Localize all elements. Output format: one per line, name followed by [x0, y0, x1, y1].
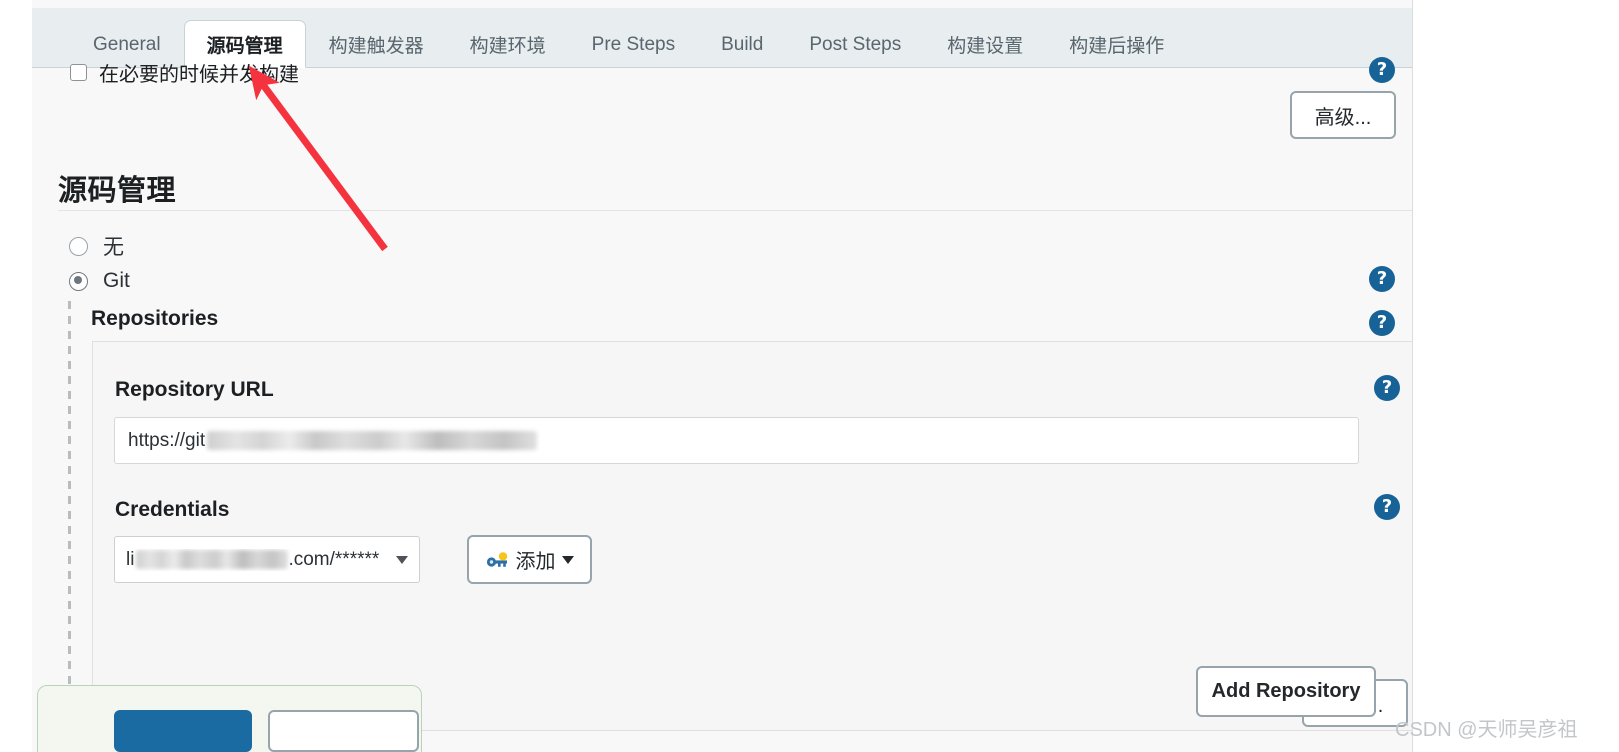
- tab-label: Pre Steps: [591, 33, 676, 55]
- title-divider: [58, 210, 1412, 211]
- nesting-guide-line: [68, 301, 71, 721]
- tab-post-build-actions[interactable]: 构建后操作: [1046, 20, 1187, 68]
- help-icon-concurrent-build[interactable]: ?: [1369, 57, 1395, 83]
- concurrent-build-checkbox[interactable]: [70, 63, 87, 81]
- screenshot-root: General 源码管理 构建触发器 构建环境 Pre Steps Build …: [0, 0, 1619, 752]
- tab-label: General: [93, 33, 161, 55]
- help-icon-repositories[interactable]: ?: [1369, 310, 1395, 336]
- credentials-label: Credentials: [115, 498, 230, 521]
- help-icon-repository-url[interactable]: ?: [1374, 375, 1400, 401]
- tab-build[interactable]: Build: [698, 20, 786, 68]
- tab-label: 构建后操作: [1069, 36, 1165, 57]
- add-repository-button[interactable]: Add Repository: [1196, 666, 1376, 717]
- tab-label: Post Steps: [809, 33, 902, 55]
- help-icon-credentials[interactable]: ?: [1374, 494, 1400, 520]
- radio-none[interactable]: [69, 236, 88, 256]
- scm-option-none[interactable]: 无: [69, 231, 124, 261]
- tab-post-steps[interactable]: Post Steps: [786, 20, 924, 68]
- redacted-url-block: [207, 431, 538, 450]
- credentials-value-suffix: .com/******: [288, 548, 380, 570]
- add-credentials-button[interactable]: 添加: [467, 535, 592, 584]
- scm-option-git[interactable]: Git: [69, 269, 130, 293]
- redacted-credentials-block: [136, 549, 289, 569]
- config-content: 在必要的时候并发构建 ? 高级... 源码管理 无 Git ? ? Reposi…: [32, 57, 1412, 752]
- repositories-label: Repositories: [91, 307, 219, 330]
- scm-option-label: 无: [103, 236, 124, 259]
- repository-url-value: https://git: [128, 429, 206, 451]
- concurrent-build-row[interactable]: 在必要的时候并发构建: [70, 59, 299, 85]
- apply-button[interactable]: [268, 710, 419, 752]
- repository-url-input[interactable]: https://git: [114, 417, 1359, 464]
- concurrent-build-label: 在必要的时候并发构建: [99, 63, 299, 86]
- tab-label: 构建设置: [947, 36, 1024, 57]
- tab-build-environment[interactable]: 构建环境: [447, 20, 569, 68]
- page-title: 源码管理: [58, 175, 177, 207]
- help-icon-git[interactable]: ?: [1369, 266, 1395, 292]
- tab-build-triggers[interactable]: 构建触发器: [306, 20, 447, 68]
- tab-build-settings[interactable]: 构建设置: [924, 20, 1046, 68]
- tab-label: 源码管理: [206, 35, 283, 57]
- chevron-down-icon: [396, 555, 408, 564]
- radio-git[interactable]: [69, 271, 88, 291]
- key-icon: [486, 551, 507, 567]
- tab-label: Build: [721, 33, 764, 55]
- credentials-value-prefix: li: [126, 548, 135, 570]
- tab-label: 构建触发器: [328, 36, 424, 57]
- credentials-select[interactable]: li .com/******: [114, 536, 420, 583]
- config-page-column: General 源码管理 构建触发器 构建环境 Pre Steps Build …: [32, 0, 1413, 752]
- scm-option-label: Git: [103, 269, 130, 292]
- save-button[interactable]: [114, 710, 252, 752]
- add-credentials-label: 添加: [515, 551, 556, 573]
- chevron-down-icon: [561, 555, 574, 564]
- watermark: CSDN @天师吴彦祖: [1395, 719, 1578, 741]
- advanced-button-top[interactable]: 高级...: [1290, 91, 1396, 139]
- tab-label: 构建环境: [469, 36, 546, 57]
- repository-url-label: Repository URL: [115, 378, 274, 401]
- credentials-selected-value: li .com/******: [126, 549, 390, 571]
- tab-pre-steps[interactable]: Pre Steps: [569, 20, 698, 68]
